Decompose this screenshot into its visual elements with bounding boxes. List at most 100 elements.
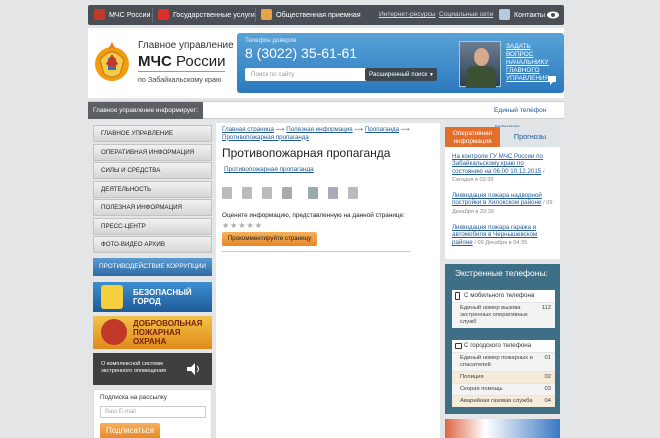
- contacts-card-icon: [499, 9, 510, 20]
- phone-service: Полиция: [460, 374, 484, 380]
- share-icon[interactable]: [348, 187, 358, 199]
- arrow-right-icon: ⟶: [354, 126, 364, 133]
- breadcrumb-useful-info[interactable]: Полезная информация: [286, 126, 352, 133]
- advanced-search-button[interactable]: Расширенный поиск ▼: [365, 68, 437, 81]
- top-link-label: МЧС России: [109, 10, 151, 19]
- sidebar-nav: Главное управление Оперативная информаци…: [93, 125, 212, 255]
- divider: [152, 8, 153, 22]
- header-title: МЧС России: [138, 53, 226, 70]
- contacts-link[interactable]: Контакты: [499, 5, 545, 25]
- mobile-phones-box: С мобильного телефона Единый номер вызов…: [452, 290, 555, 328]
- arrow-right-icon: ⟶: [400, 126, 410, 133]
- list-item[interactable]: Ликвидация пожара надворной постройки в …: [452, 192, 556, 216]
- city-header-label: С городского телефона: [464, 342, 532, 349]
- gosuslugi-icon: [158, 9, 169, 20]
- top-link-reception[interactable]: Общественная приемная: [261, 5, 361, 25]
- vk-icon[interactable]: [308, 187, 318, 199]
- rating-stars[interactable]: ★★★★★: [222, 221, 263, 230]
- divider: [222, 251, 410, 252]
- tab-operational-info[interactable]: Оперативная информация: [445, 127, 500, 147]
- sidebar-item-photo-video[interactable]: Фото-видео архив: [93, 236, 212, 253]
- top-link-gosuslugi[interactable]: Государственные услуги: [158, 5, 255, 25]
- phone-row: Единый номер пожарных и спасателей 01: [452, 352, 555, 371]
- print-icon[interactable]: [222, 187, 232, 199]
- news-ticker: Главное управление информирует: Единый т…: [88, 101, 564, 131]
- site-header: Главное управление МЧС России по Забайка…: [88, 28, 564, 98]
- mchs-logo-icon[interactable]: [92, 34, 132, 86]
- arrow-right-icon: ⟶: [275, 126, 285, 133]
- phone-number: 01: [544, 355, 551, 361]
- sidebar-item-main-office[interactable]: Главное управление: [93, 125, 212, 142]
- firefighter-icon: [101, 319, 127, 345]
- rating-label: Оцените информацию, представленную на да…: [222, 212, 405, 219]
- phone-service: Единый номер вызова экстренных оперативн…: [460, 305, 528, 325]
- doc-icon[interactable]: [262, 187, 272, 199]
- fire-guard-banner[interactable]: ДОБРОВОЛЬНАЯ ПОЖАРНАЯ ОХРАНА: [93, 316, 212, 349]
- chevron-down-icon: ▼: [429, 72, 434, 78]
- news-title[interactable]: Ликвидация пожара надворной постройки в …: [452, 192, 542, 206]
- page-title: Противопожарная пропаганда: [222, 146, 391, 160]
- safe-city-text: БЕЗОПАСНЫЙ ГОРОД: [133, 288, 192, 306]
- mobile-phone-icon: [455, 292, 460, 300]
- emergency-title: Экстренные телефоны:: [455, 268, 548, 278]
- alert-system-banner[interactable]: О комплексной системе экстренного оповещ…: [93, 353, 212, 385]
- city-header: С городского телефона: [452, 340, 555, 352]
- facebook-icon[interactable]: [328, 187, 338, 199]
- top-link-label: Государственные услуги: [173, 10, 255, 19]
- email-icon[interactable]: [282, 187, 292, 199]
- sidebar-item-activity[interactable]: Деятельность: [93, 180, 212, 198]
- breadcrumb-current[interactable]: Противопожарная пропаганда: [222, 134, 309, 141]
- breadcrumb-home[interactable]: Главная страница: [222, 126, 274, 133]
- news-title[interactable]: На контроле ГУ МЧС России по Забайкальск…: [452, 153, 543, 175]
- divider: [255, 8, 256, 22]
- internet-resources-link[interactable]: Интернет-ресурсы: [379, 5, 436, 25]
- emergency-phones-panel: Экстренные телефоны: С мобильного телефо…: [445, 264, 560, 414]
- anti-corruption-button[interactable]: ПРОТИВОДЕЙСТВИЕ КОРРУПЦИИ: [93, 258, 212, 276]
- news-list: На контроле ГУ МЧС России по Забайкальск…: [445, 147, 560, 259]
- pdf-icon[interactable]: [242, 187, 252, 199]
- sidebar-item-operational-info[interactable]: Оперативная информация: [93, 143, 212, 161]
- mobile-header: С мобильного телефона: [452, 290, 555, 302]
- phone-service: Единый номер пожарных и спасателей: [460, 355, 533, 368]
- phone-number: 03: [544, 386, 551, 392]
- top-link-mchs[interactable]: МЧС России: [94, 5, 151, 25]
- list-item[interactable]: Ликвидация пожара гаража и автомобиля в …: [452, 224, 556, 247]
- email-field[interactable]: Ваш E-mail: [100, 406, 206, 418]
- chief-photo[interactable]: [459, 41, 501, 88]
- breadcrumb: Главная страница ⟶ Полезная информация ⟶…: [222, 126, 436, 141]
- header-region: по Забайкальскому краю: [138, 75, 222, 84]
- ticker-label: Главное управление информирует:: [88, 102, 203, 119]
- header-line1: Главное управление: [138, 40, 234, 51]
- banner-line: ОХРАНА: [133, 337, 167, 346]
- subscribe-title: Подписка на рассылку: [100, 394, 167, 401]
- phone-service: Скорая помощь: [460, 386, 503, 392]
- fire-guard-text: ДОБРОВОЛЬНАЯ ПОЖАРНАЯ ОХРАНА: [133, 319, 202, 346]
- hotline-number: 8 (3022) 35-61-61: [245, 45, 358, 61]
- comment-button[interactable]: Прокомментируйте страницу: [222, 232, 317, 246]
- header-title-rest: России: [171, 53, 226, 70]
- mobile-header-label: С мобильного телефона: [464, 292, 535, 299]
- speaker-icon: [187, 363, 199, 375]
- list-item[interactable]: На контроле ГУ МЧС России по Забайкальск…: [452, 153, 556, 185]
- page-link[interactable]: Противопожарная пропаганда: [224, 166, 314, 173]
- sidebar-item-press-center[interactable]: Пресс-центр: [93, 217, 212, 235]
- social-networks-link[interactable]: Социальные сети: [439, 5, 493, 25]
- shield-icon: [101, 285, 123, 309]
- banner-line: ГОРОД: [133, 297, 161, 306]
- sidebar-item-forces[interactable]: Силы и средства: [93, 162, 212, 179]
- banner-line: ДОБРОВОЛЬНАЯ: [133, 319, 203, 328]
- tab-forecasts[interactable]: Прогнозы: [500, 127, 560, 147]
- banner-line: ПОЖАРНАЯ: [133, 328, 181, 337]
- city-phones-box: С городского телефона Единый номер пожар…: [452, 340, 555, 407]
- subscribe-button[interactable]: Подписаться: [100, 423, 160, 438]
- banner-line: БЕЗОПАСНЫЙ: [133, 288, 192, 297]
- safe-city-banner[interactable]: БЕЗОПАСНЫЙ ГОРОД: [93, 282, 212, 312]
- breadcrumb-propaganda[interactable]: Пропаганда: [365, 126, 399, 133]
- divider: [138, 71, 225, 72]
- sidebar-item-useful-info[interactable]: Полезная информация: [93, 199, 212, 216]
- bottom-right-banner[interactable]: [445, 419, 560, 438]
- top-bar: МЧС России Государственные услуги Общест…: [88, 5, 564, 25]
- news-date: / 09 Декабря в 04:35: [474, 239, 528, 246]
- reception-icon: [261, 9, 272, 20]
- accessibility-eye-icon[interactable]: [547, 5, 559, 25]
